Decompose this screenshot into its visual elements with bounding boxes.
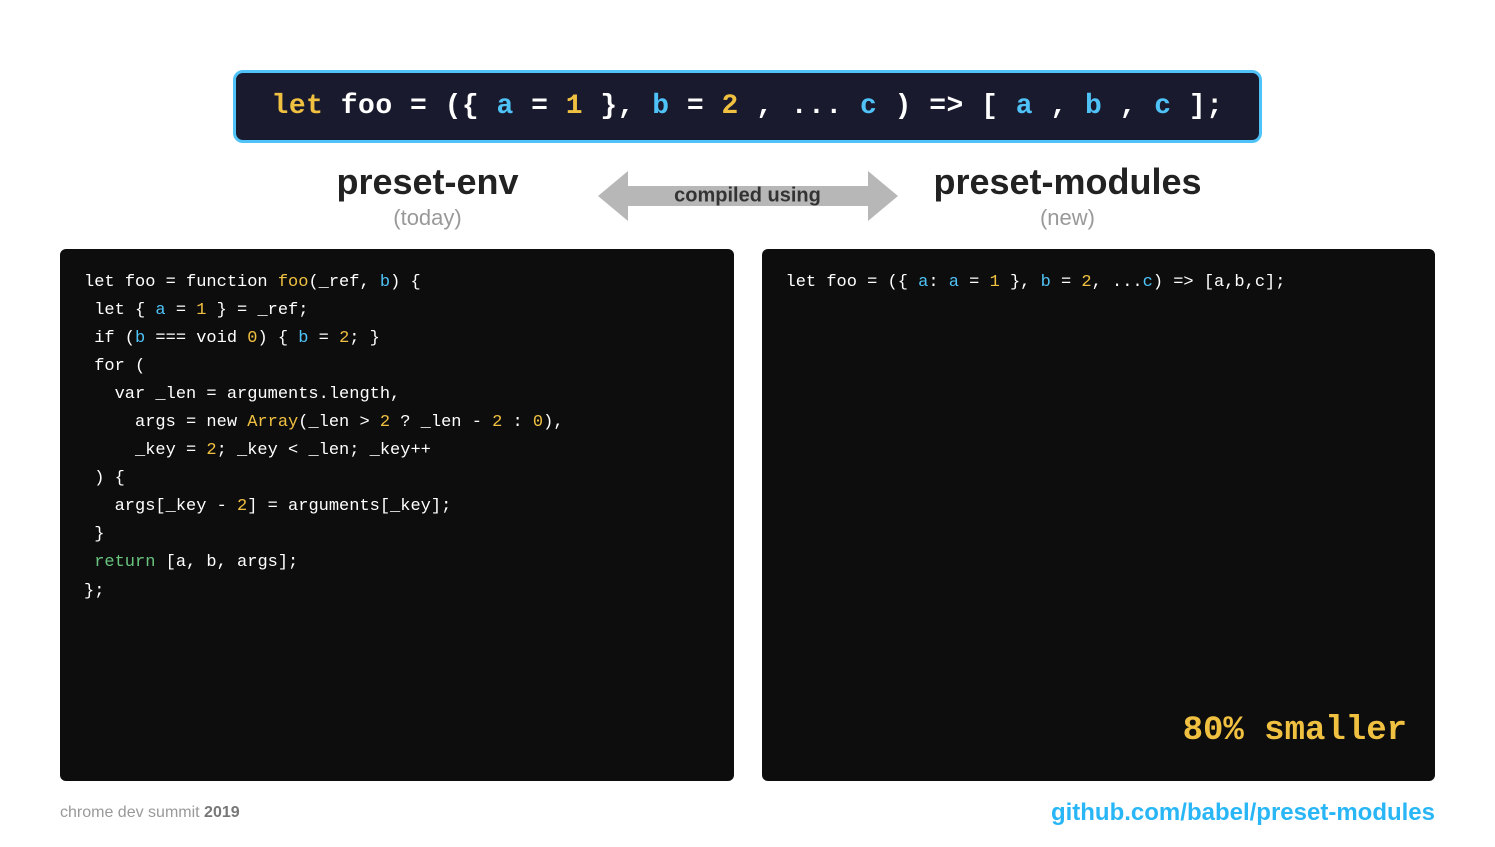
footer-brand-name: chrome dev summit [60,804,200,821]
arrow-label: compiled using [674,185,821,208]
code-num-1: 1 [566,91,583,122]
code-num-2: 2 [722,91,739,122]
code-arrow: ) => [ [895,91,999,122]
left-line-6: args = new Array(_len > 2 ? _len - 2 : 0… [84,409,710,437]
code-arr-b: b [1085,91,1102,122]
code-semicolon: ]; [1189,91,1224,122]
preset-env-label: preset-env (today) [268,161,588,231]
left-line-4: for ( [84,353,710,381]
code-comma1: }, [600,91,652,122]
arrow-container: compiled using [588,161,908,231]
preset-modules-title: preset-modules [933,161,1201,203]
right-code-panel: let foo = ({ a: a = 1 }, b = 2, ...c) =>… [762,249,1436,781]
code-param-b: b [652,91,669,122]
left-line-7: _key = 2; _key < _len; _key++ [84,437,710,465]
right-line-1: let foo = ({ a: a = 1 }, b = 2, ...c) =>… [786,269,1412,297]
left-line-11: return [a, b, args]; [84,549,710,577]
preset-env-subtitle: (today) [393,205,461,231]
code-eq1: = [531,91,566,122]
arrow-shape: compiled using [598,161,898,231]
code-arr-comma2: , [1120,91,1137,122]
left-line-12: }; [84,578,710,606]
footer-year: 2019 [204,804,240,821]
bottom-panels: let foo = function foo(_ref, b) { let { … [60,249,1435,781]
left-line-8: ) { [84,465,710,493]
left-line-5: var _len = arguments.length, [84,381,710,409]
code-keyword-let: let [272,91,324,122]
footer: chrome dev summit 2019 github.com/babel/… [60,791,1435,827]
code-param-c: c [860,91,877,122]
left-line-2: let { a = 1 } = _ref; [84,297,710,325]
slide: let foo = ({ a = 1 }, b = 2 , ... c ) =>… [0,0,1495,847]
left-line-10: } [84,521,710,549]
middle-section: preset-env (today) compiled using preset… [60,161,1435,231]
left-code-panel: let foo = function foo(_ref, b) { let { … [60,249,734,781]
code-varname: foo = ({ [341,91,497,122]
left-line-1: let foo = function foo(_ref, b) { [84,269,710,297]
code-eq2: = [687,91,722,122]
code-arr-a: a [1016,91,1033,122]
footer-brand: chrome dev summit 2019 [60,804,240,822]
top-code: let foo = ({ a = 1 }, b = 2 , ... c ) =>… [272,91,1224,122]
preset-modules-label: preset-modules (new) [908,161,1228,231]
footer-link: github.com/babel/preset-modules [1051,799,1435,827]
code-arr-c: c [1154,91,1171,122]
left-line-3: if (b === void 0) { b = 2; } [84,325,710,353]
preset-env-title: preset-env [336,161,518,203]
preset-modules-subtitle: (new) [1040,205,1095,231]
code-rest: , ... [756,91,843,122]
left-line-9: args[_key - 2] = arguments[_key]; [84,493,710,521]
code-param-a: a [497,91,514,122]
top-code-box: let foo = ({ a = 1 }, b = 2 , ... c ) =>… [233,70,1263,143]
smaller-badge: 80% smaller [1183,703,1407,759]
code-arr-comma1: , [1050,91,1067,122]
